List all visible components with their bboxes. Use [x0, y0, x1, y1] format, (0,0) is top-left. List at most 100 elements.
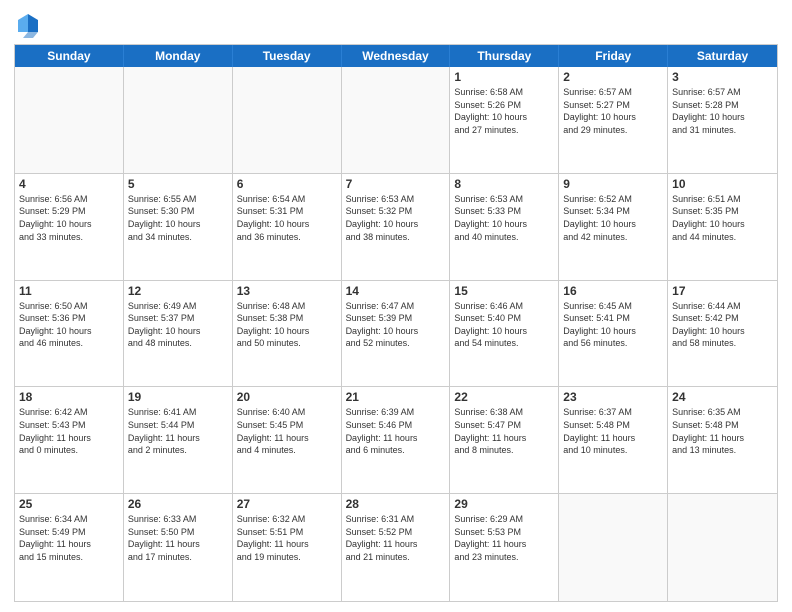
cal-week-3: 18 Sunrise: 6:42 AM Sunset: 5:43 PM Dayli… — [15, 387, 777, 494]
cal-cell-day-19: 19Sunrise: 6:41 AM Sunset: 5:44 PM Dayli… — [124, 387, 233, 493]
cal-cell-day-17: 17Sunrise: 6:44 AM Sunset: 5:42 PM Dayli… — [668, 281, 777, 387]
day-number: 25 — [19, 497, 119, 511]
cell-info: Sunrise: 6:37 AM Sunset: 5:48 PM Dayligh… — [563, 406, 663, 456]
cal-cell-day-3: 3 Sunrise: 6:57 AM Sunset: 5:28 PM Daylig… — [668, 67, 777, 173]
cell-info: Sunrise: 6:42 AM Sunset: 5:43 PM Dayligh… — [19, 406, 119, 456]
cal-cell-empty — [559, 494, 668, 601]
day-number: 27 — [237, 497, 337, 511]
calendar-header: SundayMondayTuesdayWednesdayThursdayFrid… — [15, 45, 777, 67]
cell-info: Sunrise: 6:39 AM Sunset: 5:46 PM Dayligh… — [346, 406, 446, 456]
cal-cell-day-14: 14Sunrise: 6:47 AM Sunset: 5:39 PM Dayli… — [342, 281, 451, 387]
cell-info: Sunrise: 6:57 AM Sunset: 5:27 PM Dayligh… — [563, 86, 663, 136]
day-number: 1 — [454, 70, 554, 84]
cell-info: Sunrise: 6:29 AM Sunset: 5:53 PM Dayligh… — [454, 513, 554, 563]
cell-info: Sunrise: 6:34 AM Sunset: 5:49 PM Dayligh… — [19, 513, 119, 563]
day-number: 2 — [563, 70, 663, 84]
cal-cell-empty — [233, 67, 342, 173]
cell-info: Sunrise: 6:54 AM Sunset: 5:31 PM Dayligh… — [237, 193, 337, 243]
cal-cell-day-6: 6 Sunrise: 6:54 AM Sunset: 5:31 PM Daylig… — [233, 174, 342, 280]
cal-cell-day-11: 11 Sunrise: 6:50 AM Sunset: 5:36 PM Dayli… — [15, 281, 124, 387]
cal-cell-day-5: 5 Sunrise: 6:55 AM Sunset: 5:30 PM Daylig… — [124, 174, 233, 280]
cell-info: Sunrise: 6:53 AM Sunset: 5:33 PM Dayligh… — [454, 193, 554, 243]
cal-cell-day-26: 26Sunrise: 6:33 AM Sunset: 5:50 PM Dayli… — [124, 494, 233, 601]
day-number: 6 — [237, 177, 337, 191]
cal-header-sunday: Sunday — [15, 45, 124, 67]
day-number: 15 — [454, 284, 554, 298]
cal-cell-empty — [124, 67, 233, 173]
day-number: 18 — [19, 390, 119, 404]
day-number: 16 — [563, 284, 663, 298]
day-number: 22 — [454, 390, 554, 404]
cal-cell-day-9: 9 Sunrise: 6:52 AM Sunset: 5:34 PM Daylig… — [559, 174, 668, 280]
day-number: 20 — [237, 390, 337, 404]
cal-cell-day-13: 13Sunrise: 6:48 AM Sunset: 5:38 PM Dayli… — [233, 281, 342, 387]
cal-cell-day-2: 2 Sunrise: 6:57 AM Sunset: 5:27 PM Daylig… — [559, 67, 668, 173]
cell-info: Sunrise: 6:31 AM Sunset: 5:52 PM Dayligh… — [346, 513, 446, 563]
cal-cell-day-22: 22 Sunrise: 6:38 AM Sunset: 5:47 PM Dayli… — [450, 387, 559, 493]
cell-info: Sunrise: 6:40 AM Sunset: 5:45 PM Dayligh… — [237, 406, 337, 456]
cell-info: Sunrise: 6:32 AM Sunset: 5:51 PM Dayligh… — [237, 513, 337, 563]
day-number: 12 — [128, 284, 228, 298]
calendar: SundayMondayTuesdayWednesdayThursdayFrid… — [14, 44, 778, 602]
cal-cell-day-27: 27 Sunrise: 6:32 AM Sunset: 5:51 PM Dayli… — [233, 494, 342, 601]
logo-icon — [14, 10, 42, 38]
day-number: 13 — [237, 284, 337, 298]
day-number: 29 — [454, 497, 554, 511]
cal-cell-day-16: 16 Sunrise: 6:45 AM Sunset: 5:41 PM Dayli… — [559, 281, 668, 387]
cell-info: Sunrise: 6:46 AM Sunset: 5:40 PM Dayligh… — [454, 300, 554, 350]
cal-cell-day-4: 4Sunrise: 6:56 AM Sunset: 5:29 PM Daylig… — [15, 174, 124, 280]
cell-info: Sunrise: 6:47 AM Sunset: 5:39 PM Dayligh… — [346, 300, 446, 350]
cal-cell-day-15: 15 Sunrise: 6:46 AM Sunset: 5:40 PM Dayli… — [450, 281, 559, 387]
cell-info: Sunrise: 6:53 AM Sunset: 5:32 PM Dayligh… — [346, 193, 446, 243]
cal-week-0: 1Sunrise: 6:58 AM Sunset: 5:26 PM Daylig… — [15, 67, 777, 174]
day-number: 3 — [672, 70, 773, 84]
cal-cell-day-28: 28 Sunrise: 6:31 AM Sunset: 5:52 PM Dayli… — [342, 494, 451, 601]
cal-cell-day-24: 24 Sunrise: 6:35 AM Sunset: 5:48 PM Dayli… — [668, 387, 777, 493]
cal-cell-day-10: 10 Sunrise: 6:51 AM Sunset: 5:35 PM Dayli… — [668, 174, 777, 280]
cal-cell-day-12: 12 Sunrise: 6:49 AM Sunset: 5:37 PM Dayli… — [124, 281, 233, 387]
cal-cell-empty — [342, 67, 451, 173]
cell-info: Sunrise: 6:35 AM Sunset: 5:48 PM Dayligh… — [672, 406, 773, 456]
day-number: 5 — [128, 177, 228, 191]
cell-info: Sunrise: 6:56 AM Sunset: 5:29 PM Dayligh… — [19, 193, 119, 243]
day-number: 19 — [128, 390, 228, 404]
day-number: 23 — [563, 390, 663, 404]
cal-header-wednesday: Wednesday — [342, 45, 451, 67]
cal-cell-day-20: 20 Sunrise: 6:40 AM Sunset: 5:45 PM Dayli… — [233, 387, 342, 493]
day-number: 7 — [346, 177, 446, 191]
cell-info: Sunrise: 6:57 AM Sunset: 5:28 PM Dayligh… — [672, 86, 773, 136]
day-number: 24 — [672, 390, 773, 404]
cal-cell-day-18: 18 Sunrise: 6:42 AM Sunset: 5:43 PM Dayli… — [15, 387, 124, 493]
cal-header-saturday: Saturday — [668, 45, 777, 67]
cal-week-4: 25 Sunrise: 6:34 AM Sunset: 5:49 PM Dayli… — [15, 494, 777, 601]
calendar-body: 1Sunrise: 6:58 AM Sunset: 5:26 PM Daylig… — [15, 67, 777, 601]
cell-info: Sunrise: 6:51 AM Sunset: 5:35 PM Dayligh… — [672, 193, 773, 243]
cell-info: Sunrise: 6:52 AM Sunset: 5:34 PM Dayligh… — [563, 193, 663, 243]
cell-info: Sunrise: 6:49 AM Sunset: 5:37 PM Dayligh… — [128, 300, 228, 350]
cal-cell-day-7: 7 Sunrise: 6:53 AM Sunset: 5:32 PM Daylig… — [342, 174, 451, 280]
cal-cell-day-1: 1Sunrise: 6:58 AM Sunset: 5:26 PM Daylig… — [450, 67, 559, 173]
cal-header-monday: Monday — [124, 45, 233, 67]
cell-info: Sunrise: 6:38 AM Sunset: 5:47 PM Dayligh… — [454, 406, 554, 456]
day-number: 10 — [672, 177, 773, 191]
cal-cell-day-23: 23 Sunrise: 6:37 AM Sunset: 5:48 PM Dayli… — [559, 387, 668, 493]
cal-week-1: 4Sunrise: 6:56 AM Sunset: 5:29 PM Daylig… — [15, 174, 777, 281]
cell-info: Sunrise: 6:45 AM Sunset: 5:41 PM Dayligh… — [563, 300, 663, 350]
day-number: 17 — [672, 284, 773, 298]
cell-info: Sunrise: 6:55 AM Sunset: 5:30 PM Dayligh… — [128, 193, 228, 243]
cal-header-friday: Friday — [559, 45, 668, 67]
cal-cell-day-8: 8Sunrise: 6:53 AM Sunset: 5:33 PM Daylig… — [450, 174, 559, 280]
day-number: 26 — [128, 497, 228, 511]
day-number: 9 — [563, 177, 663, 191]
cal-cell-empty — [15, 67, 124, 173]
day-number: 11 — [19, 284, 119, 298]
logo — [14, 10, 46, 38]
cal-cell-day-29: 29 Sunrise: 6:29 AM Sunset: 5:53 PM Dayli… — [450, 494, 559, 601]
day-number: 28 — [346, 497, 446, 511]
cal-header-tuesday: Tuesday — [233, 45, 342, 67]
cal-week-2: 11 Sunrise: 6:50 AM Sunset: 5:36 PM Dayli… — [15, 281, 777, 388]
header — [14, 10, 778, 38]
day-number: 21 — [346, 390, 446, 404]
cell-info: Sunrise: 6:50 AM Sunset: 5:36 PM Dayligh… — [19, 300, 119, 350]
cal-cell-empty — [668, 494, 777, 601]
